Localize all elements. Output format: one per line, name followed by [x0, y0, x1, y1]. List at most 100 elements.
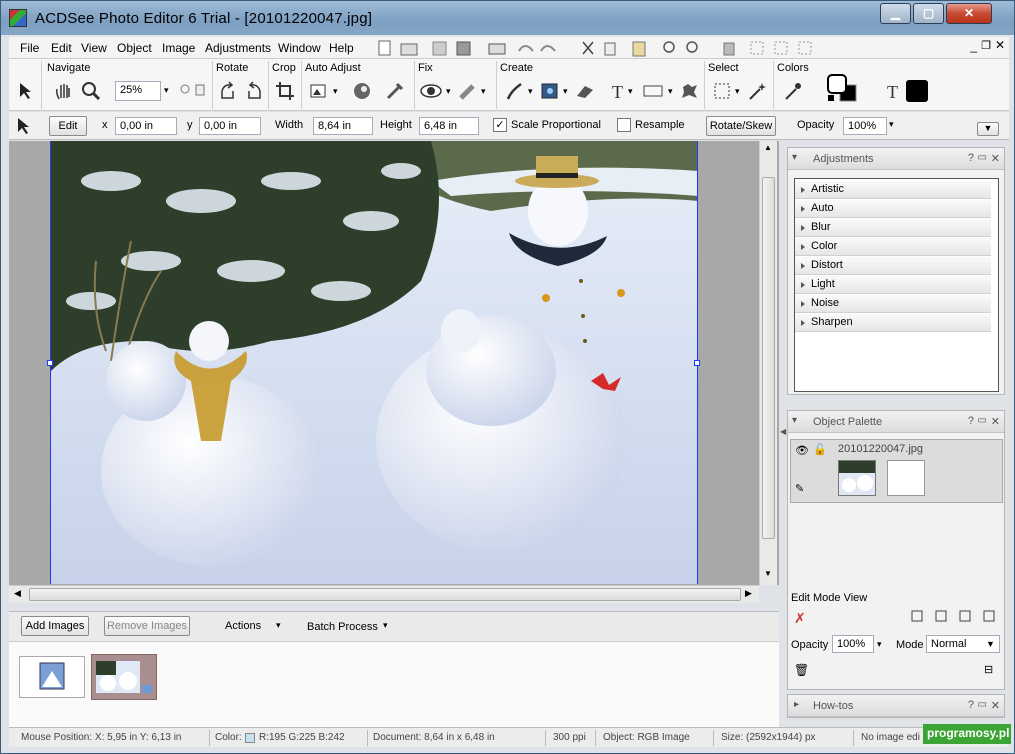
canvas-area[interactable]	[9, 141, 779, 585]
opacity-input[interactable]: 100%	[843, 117, 887, 135]
adjustments-close-icon[interactable]: ✕	[991, 152, 1000, 165]
batch-dropdown-icon[interactable]: ▾	[383, 620, 388, 631]
image-thumbnail-selected[interactable]	[91, 654, 157, 700]
menu-object[interactable]: Object	[117, 41, 152, 55]
hand-tool-icon[interactable]	[53, 81, 73, 101]
add-images-button[interactable]: Add Images	[21, 616, 89, 636]
shape-rectangle-icon[interactable]	[642, 81, 666, 101]
adjustment-light[interactable]: Light	[795, 276, 991, 294]
quick-toolbar-icons[interactable]	[377, 39, 827, 57]
red-eye-icon[interactable]	[420, 81, 446, 101]
howtos-help-icon[interactable]: ?	[968, 699, 974, 711]
scale-proportional-checkbox[interactable]: ✓	[493, 118, 507, 132]
canvas-horizontal-scrollbar[interactable]: ◀ ▶	[9, 585, 759, 603]
menu-file[interactable]: File	[20, 41, 39, 55]
adjustments-help-icon[interactable]: ?	[968, 152, 974, 164]
edit-layer-icon[interactable]: ✎	[795, 482, 804, 495]
tools-icon[interactable]	[385, 81, 405, 101]
adjustment-noise[interactable]: Noise	[795, 295, 991, 313]
text-dropdown-icon[interactable]: ▾	[628, 86, 633, 97]
adjustments-float-icon[interactable]: ▭	[978, 152, 987, 163]
adjustment-sharpen[interactable]: Sharpen	[795, 314, 991, 332]
rotate-skew-button[interactable]: Rotate/Skew	[706, 116, 776, 136]
eyedropper-icon[interactable]	[783, 81, 803, 101]
menu-edit[interactable]: Edit	[51, 41, 72, 55]
lock-icon[interactable]: 🔓	[813, 443, 827, 456]
adjustment-artistic[interactable]: Artistic	[795, 181, 991, 199]
align-icons[interactable]	[908, 607, 1003, 625]
height-input[interactable]: 6,48 in	[419, 117, 479, 135]
shape-dropdown-icon[interactable]: ▾	[668, 86, 673, 97]
text-color-icon[interactable]: T	[883, 81, 903, 101]
scroll-right-icon[interactable]: ▶	[745, 588, 752, 599]
panel-collapse-icon[interactable]: ▾	[792, 152, 797, 163]
scroll-down-icon[interactable]: ▼	[764, 569, 772, 578]
vertical-scroll-thumb[interactable]	[762, 177, 775, 539]
mdi-restore-icon[interactable]: ❐	[981, 39, 991, 52]
menu-adjustments[interactable]: Adjustments	[205, 41, 271, 55]
object-palette-collapse-icon[interactable]: ▾	[792, 415, 797, 426]
edit-opacity-dropdown-icon[interactable]: ▾	[877, 639, 882, 650]
zoom-fit-icon[interactable]	[179, 83, 209, 99]
crop-icon[interactable]	[275, 81, 295, 101]
edit-button[interactable]: Edit	[49, 116, 87, 136]
custom-shape-icon[interactable]	[679, 81, 699, 101]
handle-right[interactable]	[694, 360, 700, 366]
minimize-button[interactable]: ▁	[880, 3, 911, 24]
add-image-thumbnail[interactable]	[19, 656, 85, 698]
mdi-close-icon[interactable]: ✕	[995, 38, 1005, 52]
menu-window[interactable]: Window	[278, 41, 321, 55]
magic-wand-icon[interactable]	[747, 81, 767, 101]
photo-canvas[interactable]	[50, 141, 698, 584]
canvas-vertical-scrollbar[interactable]: ▲ ▼	[759, 141, 777, 585]
handle-left[interactable]	[47, 360, 53, 366]
clone-icon[interactable]	[540, 81, 560, 101]
menu-image[interactable]: Image	[162, 41, 195, 55]
resample-checkbox[interactable]	[617, 118, 631, 132]
close-button[interactable]: ✕	[946, 3, 992, 24]
width-input[interactable]: 8,64 in	[313, 117, 373, 135]
heal-icon[interactable]	[458, 81, 478, 101]
object-palette-close-icon[interactable]: ✕	[991, 415, 1000, 428]
mode-dropdown-icon[interactable]: ▼	[986, 639, 995, 649]
heal-dropdown-icon[interactable]: ▾	[481, 86, 486, 97]
rotate-left-icon[interactable]	[218, 81, 238, 101]
howtos-close-icon[interactable]: ✕	[991, 699, 1000, 712]
menu-help[interactable]: Help	[329, 41, 354, 55]
adjustment-auto[interactable]: Auto	[795, 200, 991, 218]
object-palette-help-icon[interactable]: ?	[968, 415, 974, 427]
brush-icon[interactable]	[505, 81, 525, 101]
move-tool-icon[interactable]	[17, 81, 37, 101]
actions-menu[interactable]: Actions	[225, 620, 261, 632]
panel-dock-arrow-icon[interactable]: ◀	[780, 427, 786, 439]
eraser-icon[interactable]	[575, 81, 595, 101]
options-expand-button[interactable]: ▼	[977, 122, 999, 136]
red-eye-dropdown-icon[interactable]: ▾	[446, 86, 451, 97]
adjustment-blur[interactable]: Blur	[795, 219, 991, 237]
x-input[interactable]: 0,00 in	[115, 117, 177, 135]
color-swatches-icon[interactable]	[824, 71, 864, 107]
scroll-left-icon[interactable]: ◀	[14, 588, 21, 599]
auto-adjust-icon[interactable]	[309, 81, 329, 101]
trash-icon[interactable]: 🗑	[794, 663, 809, 677]
howtos-expand-icon[interactable]: ▸	[794, 699, 799, 710]
text-color-swatch[interactable]	[906, 80, 928, 102]
maximize-button[interactable]: ▢	[913, 3, 944, 24]
marquee-select-icon[interactable]	[712, 81, 732, 101]
batch-process-menu[interactable]: Batch Process	[307, 621, 378, 633]
scroll-up-icon[interactable]: ▲	[764, 143, 772, 152]
text-tool-icon[interactable]: T	[609, 81, 629, 101]
select-dropdown-icon[interactable]: ▾	[735, 86, 740, 97]
lighting-icon[interactable]	[352, 81, 372, 101]
adjustment-color[interactable]: Color	[795, 238, 991, 256]
mdi-minimize-icon[interactable]: _	[970, 39, 977, 53]
zoom-dropdown-icon[interactable]: ▾	[164, 85, 169, 96]
auto-adjust-dropdown-icon[interactable]: ▾	[333, 86, 338, 97]
panel-menu-icon[interactable]: ⊟	[984, 663, 993, 676]
actions-dropdown-icon[interactable]: ▾	[276, 620, 281, 631]
brush-dropdown-icon[interactable]: ▾	[528, 86, 533, 97]
zoom-input[interactable]: 25%	[115, 81, 161, 101]
adjustment-distort[interactable]: Distort	[795, 257, 991, 275]
remove-images-button[interactable]: Remove Images	[104, 616, 190, 636]
horizontal-scroll-thumb[interactable]	[29, 588, 741, 601]
